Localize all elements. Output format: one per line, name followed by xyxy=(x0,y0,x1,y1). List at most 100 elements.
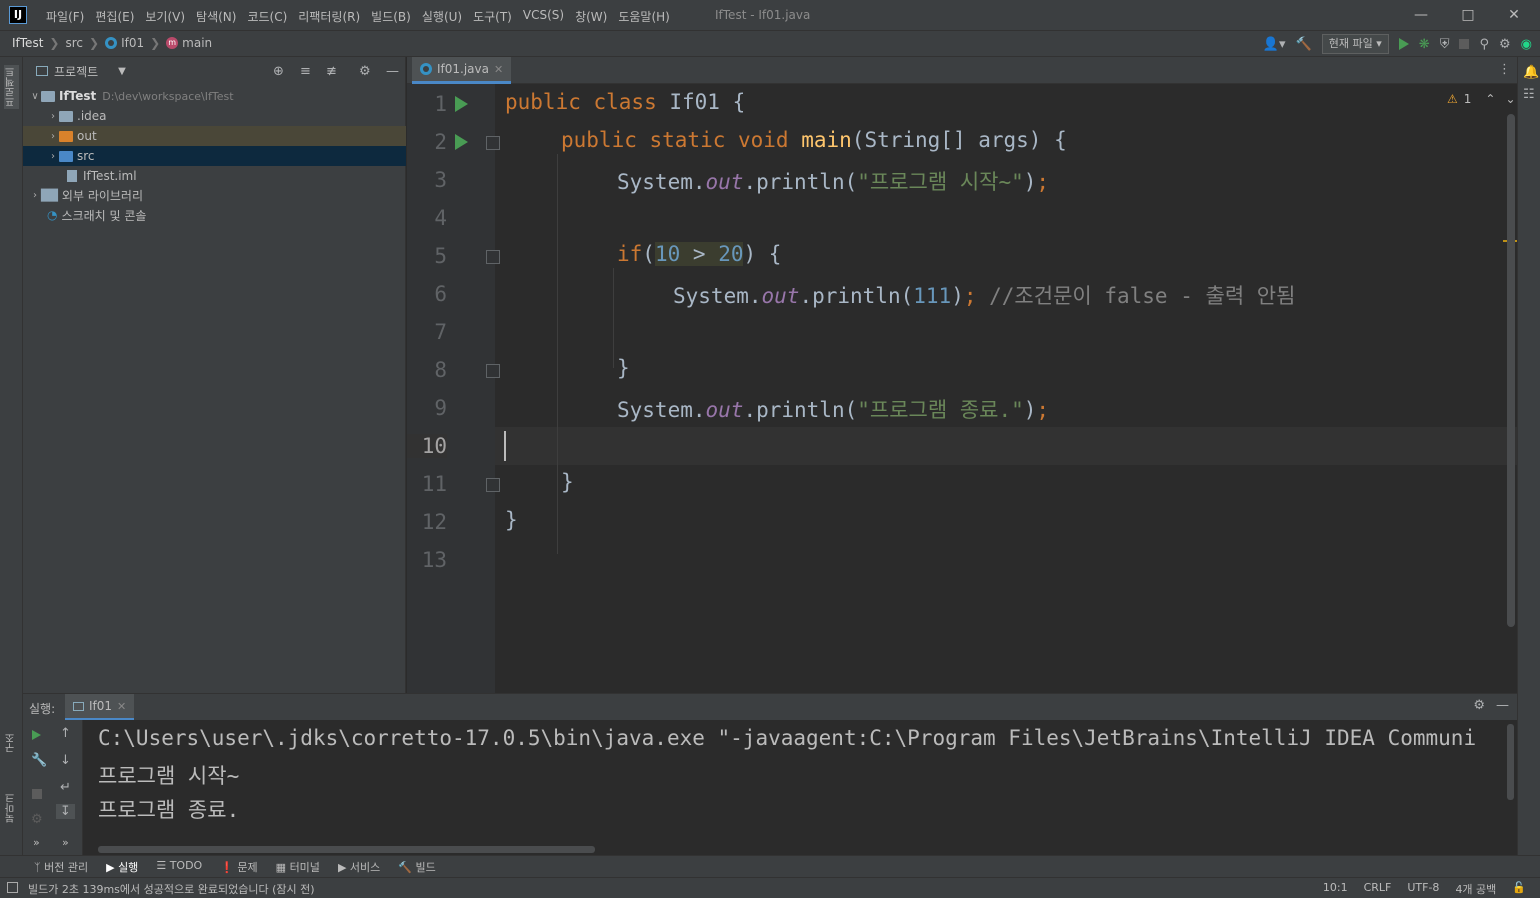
console-horizontal-scrollbar[interactable] xyxy=(98,846,595,853)
chevron-down-icon[interactable]: ⌄ xyxy=(1505,92,1515,106)
arrow-up-icon[interactable]: ↑ xyxy=(60,726,71,741)
status-message[interactable]: 빌드가 2초 139ms에서 성공적으로 완료되었습니다 (잠시 전) xyxy=(28,881,315,897)
expand-all-icon[interactable]: ≡ xyxy=(300,64,311,79)
tool-tab-version-control[interactable]: ᛉ 버전 관리 xyxy=(34,859,88,875)
fold-icon[interactable] xyxy=(486,364,500,378)
collapse-all-icon[interactable]: ≢ xyxy=(326,64,337,79)
tree-item-src[interactable]: › src xyxy=(23,146,406,166)
more-icon[interactable]: ⋮ xyxy=(1498,62,1511,77)
chevron-down-icon[interactable]: ▼ xyxy=(118,66,126,77)
tool-tab-problems[interactable]: ❗ 문제 xyxy=(220,859,257,875)
project-panel-title[interactable]: 프로젝트 xyxy=(54,63,98,80)
tool-window-structure[interactable]: 구조 xyxy=(4,733,19,753)
tab-run-if01[interactable]: If01 ✕ xyxy=(65,694,135,721)
more-icon[interactable]: » xyxy=(33,836,40,849)
scroll-to-end-icon[interactable]: ↧ xyxy=(56,804,75,819)
rerun-icon[interactable] xyxy=(32,730,41,740)
database-icon[interactable]: ☷ xyxy=(1523,87,1535,102)
indent-setting[interactable]: 4개 공백 xyxy=(1455,881,1496,897)
wrench-icon[interactable]: 🔧 xyxy=(31,753,47,768)
tree-item-iml[interactable]: IfTest.iml xyxy=(23,166,406,186)
chevron-right-icon[interactable]: › xyxy=(47,111,59,122)
breadcrumb-file[interactable]: If01 xyxy=(121,36,144,50)
jetbrains-icon[interactable]: ◉ xyxy=(1521,37,1532,52)
code-editor[interactable]: 1 2 3 4 5 6 7 8 9 10 11 12 13 public cla… xyxy=(407,84,1517,693)
tab-if01-java[interactable]: If01.java ✕ xyxy=(412,57,512,84)
breadcrumb-method[interactable]: main xyxy=(182,36,212,50)
tree-item-out[interactable]: › out xyxy=(23,126,406,146)
arrow-down-icon[interactable]: ↓ xyxy=(60,753,71,768)
chevron-down-icon[interactable]: ∨ xyxy=(29,91,41,102)
more-icon[interactable]: » xyxy=(62,836,69,849)
close-window-icon[interactable]: ✕ xyxy=(1503,4,1525,26)
breadcrumb-src[interactable]: src xyxy=(65,36,83,50)
menu-file[interactable]: 파일(F) xyxy=(46,8,84,25)
tree-item-scratches[interactable]: ◔ 스크래치 및 콘솔 xyxy=(23,205,406,225)
debug-icon[interactable]: ❋ xyxy=(1419,37,1430,52)
menu-run[interactable]: 실행(U) xyxy=(422,8,462,25)
file-encoding[interactable]: UTF-8 xyxy=(1407,881,1439,897)
user-icon[interactable]: 👤▾ xyxy=(1263,37,1286,52)
fold-icon[interactable] xyxy=(486,136,500,150)
lock-icon[interactable]: 🔓 xyxy=(1512,881,1526,897)
run-configuration-select[interactable]: 현재 파일 ▾ xyxy=(1321,34,1389,54)
hide-panel-icon[interactable]: — xyxy=(1496,698,1509,713)
menu-window[interactable]: 창(W) xyxy=(575,8,607,25)
hide-panel-icon[interactable]: — xyxy=(386,64,399,79)
menu-vcs[interactable]: VCS(S) xyxy=(523,8,564,25)
close-tab-icon[interactable]: ✕ xyxy=(117,700,126,713)
caret-position[interactable]: 10:1 xyxy=(1323,881,1348,897)
gear-icon[interactable]: ⚙ xyxy=(359,64,371,79)
menu-view[interactable]: 보기(V) xyxy=(145,8,185,25)
fold-icon[interactable] xyxy=(486,250,500,264)
minimize-icon[interactable]: — xyxy=(1410,4,1432,26)
info-icon: ❗ xyxy=(220,861,234,874)
stop-icon[interactable] xyxy=(32,789,42,799)
tool-window-bookmarks[interactable]: 북마크 xyxy=(4,793,19,823)
menu-tools[interactable]: 도구(T) xyxy=(473,8,512,25)
breadcrumb-project[interactable]: IfTest xyxy=(12,36,43,50)
console-vertical-scrollbar[interactable] xyxy=(1507,724,1514,800)
maximize-icon[interactable]: □ xyxy=(1457,4,1479,26)
tool-tab-run[interactable]: ▶ 실행 xyxy=(106,859,138,875)
chevron-right-icon[interactable]: › xyxy=(47,151,59,162)
tree-item-root[interactable]: ∨ IfTest D:\dev\workspace\IfTest xyxy=(23,86,406,106)
gear-icon[interactable]: ⚙ xyxy=(1499,37,1511,52)
notifications-icon[interactable]: 🔔 xyxy=(1523,65,1539,80)
menu-refactor[interactable]: 리팩터링(R) xyxy=(298,8,360,25)
gear-icon[interactable]: ⚙ xyxy=(1473,698,1485,713)
console-output[interactable]: C:\Users\user\.jdks\corretto-17.0.5\bin\… xyxy=(83,720,1517,855)
tool-window-project[interactable]: 프로젝트 xyxy=(4,65,19,109)
search-icon[interactable]: ⚲ xyxy=(1479,37,1489,52)
coverage-icon[interactable]: ⛨ xyxy=(1440,37,1450,52)
tree-item-idea[interactable]: › .idea xyxy=(23,106,406,126)
menu-help[interactable]: 도움말(H) xyxy=(618,8,670,25)
settings-cog-icon[interactable]: ⚙ xyxy=(31,812,43,827)
tool-tab-services[interactable]: ▶ 서비스 xyxy=(338,859,380,875)
stop-icon[interactable] xyxy=(1459,39,1470,49)
chevron-up-icon[interactable]: ⌃ xyxy=(1485,92,1495,106)
tool-tab-todo[interactable]: ☰ TODO xyxy=(156,859,202,875)
chevron-right-icon: ❯ xyxy=(49,36,60,50)
menu-navigate[interactable]: 탐색(N) xyxy=(196,8,236,25)
chevron-right-icon[interactable]: › xyxy=(47,131,59,142)
build-hammer-icon[interactable]: 🔨 xyxy=(1296,37,1312,52)
chevron-right-icon[interactable]: › xyxy=(29,190,41,201)
tool-tab-terminal[interactable]: ▦ 터미널 xyxy=(276,859,320,875)
run-main-icon[interactable] xyxy=(455,134,468,150)
fold-icon[interactable] xyxy=(486,478,500,492)
menu-edit[interactable]: 편집(E) xyxy=(95,8,134,25)
locate-icon[interactable]: ⊕ xyxy=(273,64,284,79)
close-tab-icon[interactable]: ✕ xyxy=(494,63,503,76)
inspection-widget[interactable]: ⚠ 1 ⌃ ⌄ xyxy=(1447,92,1516,106)
editor-vertical-scrollbar[interactable] xyxy=(1507,114,1515,627)
tool-tab-build[interactable]: 🔨 빌드 xyxy=(398,859,435,875)
tree-item-external-libraries[interactable]: › ██ 외부 라이브러리 xyxy=(23,185,406,205)
layout-toggle-icon[interactable] xyxy=(7,882,18,893)
line-separator[interactable]: CRLF xyxy=(1364,881,1392,897)
run-class-icon[interactable] xyxy=(455,96,468,112)
menu-build[interactable]: 빌드(B) xyxy=(371,8,411,25)
menu-code[interactable]: 코드(C) xyxy=(247,8,287,25)
soft-wrap-icon[interactable]: ↵ xyxy=(60,780,71,795)
run-icon[interactable] xyxy=(1398,38,1409,50)
